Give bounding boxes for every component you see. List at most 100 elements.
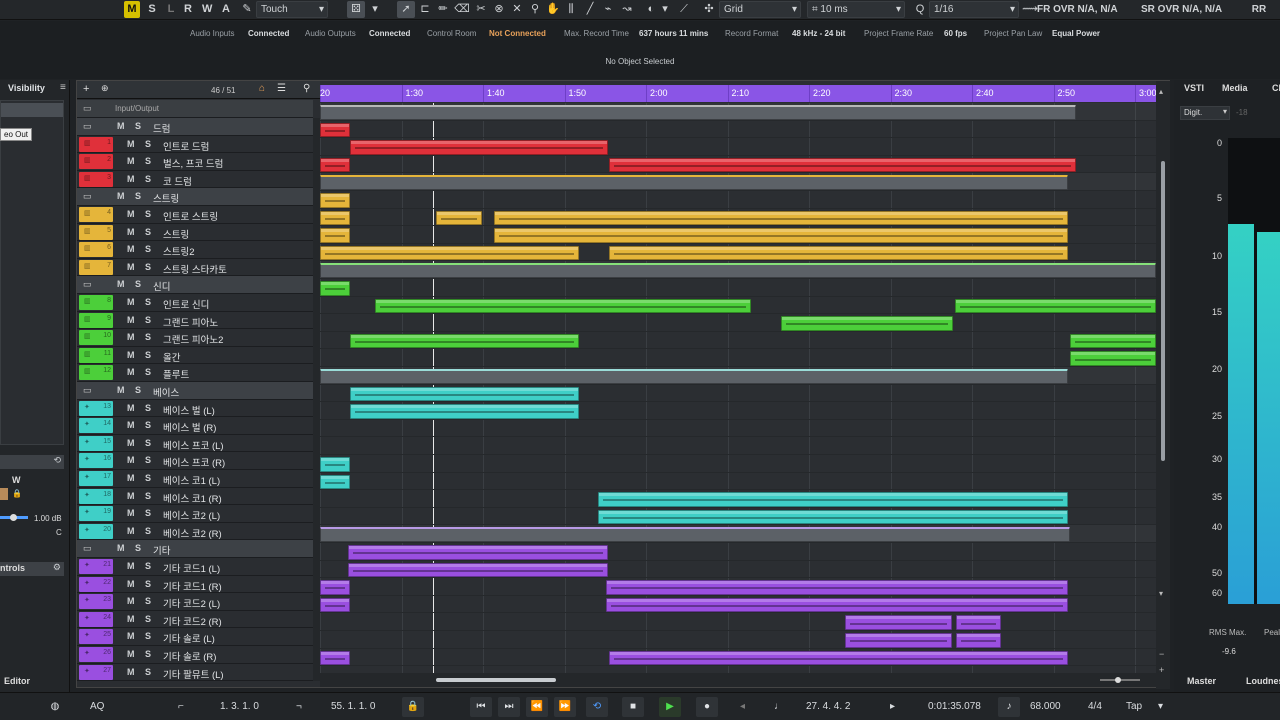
- track-name[interactable]: 베이스: [153, 385, 179, 399]
- solo-button[interactable]: S: [145, 209, 151, 219]
- refresh-icon[interactable]: ⟲: [53, 455, 61, 466]
- folder-part[interactable]: [320, 105, 1076, 120]
- solo-button[interactable]: S: [145, 332, 151, 342]
- track-row[interactable]: ✦ 22 M S 기타 코드1 (R): [77, 575, 320, 594]
- eraser-tool-icon[interactable]: ⌫: [453, 1, 471, 18]
- write-automation-button[interactable]: W: [199, 1, 215, 18]
- track-row[interactable]: ▥ 10 M S 그랜드 피아노2: [77, 329, 320, 347]
- track-row[interactable]: ✦ 23 M S 기타 코드2 (L): [77, 593, 320, 611]
- settings-icon[interactable]: ⚙: [53, 562, 61, 573]
- scroll-thumb[interactable]: [436, 678, 556, 682]
- solo-button[interactable]: S: [145, 350, 151, 360]
- track-row[interactable]: ▥ 12 M S 플루트: [77, 364, 320, 382]
- tab-vsti[interactable]: VSTI: [1184, 83, 1204, 93]
- track-lane[interactable]: [320, 420, 1156, 438]
- stop-button[interactable]: ■: [622, 697, 644, 717]
- track-lane[interactable]: [320, 455, 1156, 473]
- solo-button[interactable]: S: [135, 543, 141, 553]
- track-name[interactable]: 기타 코드2 (L): [163, 596, 220, 610]
- pointer-tool-icon[interactable]: ➚: [397, 1, 415, 18]
- event-clip[interactable]: [350, 140, 608, 155]
- track-lane[interactable]: [320, 121, 1156, 139]
- track-name[interactable]: 기타 팔뮤트 (L): [163, 667, 224, 681]
- mute-button[interactable]: M: [127, 209, 135, 219]
- timeline-ruler[interactable]: 20 1:30 1:40 1:50 2:00 2:10 2:20 2:30 2:40 2:50 3:…: [320, 85, 1157, 102]
- track-name[interactable]: 인트로 드럼: [163, 139, 209, 153]
- event-clip[interactable]: [781, 316, 953, 331]
- mute-button[interactable]: M: [127, 367, 135, 377]
- snap-type-select[interactable]: Grid ▾: [719, 1, 801, 18]
- control-room-value[interactable]: Not Connected: [489, 29, 546, 38]
- track-name[interactable]: 그랜드 피아노: [163, 315, 218, 329]
- lock-icon[interactable]: 🔒: [402, 697, 424, 717]
- mute-button[interactable]: M: [117, 543, 125, 553]
- automation-mode-select[interactable]: Touch ▾: [256, 1, 328, 18]
- track-lane[interactable]: [320, 349, 1156, 367]
- grid-snap-icon[interactable]: ⚄: [347, 1, 365, 18]
- mute-button[interactable]: M: [127, 614, 135, 624]
- event-clip[interactable]: [320, 228, 350, 243]
- track-name[interactable]: 그랜드 피아노2: [163, 332, 223, 346]
- event-clip[interactable]: [350, 333, 579, 349]
- event-clip[interactable]: [320, 457, 350, 472]
- fast-forward-button[interactable]: ⏩: [554, 697, 576, 717]
- track-color-strip[interactable]: ✦ 15: [79, 435, 113, 451]
- tap-button[interactable]: Tap: [1126, 698, 1142, 716]
- tab-loudness[interactable]: Loudnes: [1246, 676, 1280, 686]
- mute-button[interactable]: M: [127, 244, 135, 254]
- track-row[interactable]: ✦ 24 M S 기타 코드2 (R): [77, 610, 320, 629]
- track-lane[interactable]: [320, 314, 1156, 332]
- track-name[interactable]: 베이스 벌 (L): [163, 403, 215, 417]
- time-display-icon[interactable]: ▸: [890, 698, 895, 716]
- solo-button[interactable]: S: [145, 631, 151, 641]
- event-clip[interactable]: [348, 562, 608, 578]
- signature-value[interactable]: 4/4: [1088, 698, 1102, 716]
- mute-button[interactable]: M: [127, 579, 135, 589]
- chevron-down-icon[interactable]: ▾: [366, 1, 384, 18]
- listen-button[interactable]: L: [163, 1, 179, 18]
- event-clip[interactable]: [350, 386, 579, 402]
- track-name[interactable]: 올간: [163, 350, 180, 364]
- editor-tab[interactable]: Editor: [4, 676, 30, 686]
- solo-button[interactable]: S: [145, 174, 151, 184]
- track-row[interactable]: ▥ 7 M S 스트링 스타카토: [77, 258, 320, 277]
- play-button[interactable]: ▶: [659, 697, 681, 717]
- solo-button[interactable]: S: [145, 579, 151, 589]
- track-name[interactable]: 베이스 벌 (R): [163, 420, 216, 434]
- tab-media[interactable]: Media: [1222, 83, 1248, 93]
- mute-button[interactable]: M: [117, 121, 125, 131]
- curve-tool-icon[interactable]: ↝: [618, 1, 636, 18]
- event-clip[interactable]: [320, 650, 350, 666]
- track-lane[interactable]: [320, 437, 1156, 455]
- solo-button[interactable]: S: [145, 667, 151, 677]
- track-row[interactable]: ▥ 11 M S 올간: [77, 346, 320, 365]
- metronome-icon[interactable]: ♩: [774, 698, 784, 716]
- track-color-strip[interactable]: ✦ 17: [79, 471, 113, 486]
- punch-icon[interactable]: ◂: [740, 698, 745, 716]
- mute-button[interactable]: M: [127, 156, 135, 166]
- auto-scroll-icon[interactable]: ⟋: [675, 1, 693, 18]
- track-color-strip[interactable]: ✦ 16: [79, 453, 113, 469]
- event-clip[interactable]: [609, 245, 1068, 261]
- solo-button[interactable]: S: [145, 526, 151, 536]
- scroll-thumb[interactable]: [1161, 161, 1165, 461]
- solo-button[interactable]: S: [145, 614, 151, 624]
- hand-tool-icon[interactable]: ✋: [544, 1, 562, 18]
- mute-button[interactable]: M: [127, 526, 135, 536]
- track-color-strip[interactable]: ✦ 13: [79, 400, 113, 416]
- mute-button[interactable]: M: [127, 174, 135, 184]
- event-clip[interactable]: [606, 580, 1068, 595]
- menu-icon[interactable]: ≡: [60, 82, 66, 93]
- record-button[interactable]: ●: [696, 697, 718, 717]
- track-color-strip[interactable]: ▥ 8: [79, 295, 113, 310]
- folder-track[interactable]: ▭ M S 베이스: [77, 382, 320, 400]
- track-lane[interactable]: [320, 631, 1156, 649]
- quantize-icon[interactable]: Q: [911, 1, 929, 18]
- folder-icon[interactable]: ▭: [83, 121, 92, 132]
- aq-button[interactable]: AQ: [90, 698, 104, 716]
- visibility-row-selected[interactable]: [1, 103, 63, 117]
- folder-track[interactable]: ▭ M S 신디: [77, 276, 320, 294]
- track-name[interactable]: 스트링: [153, 191, 179, 205]
- folder-part[interactable]: [320, 527, 1070, 542]
- track-row[interactable]: ✦ 17 M S 베이스 코1 (L): [77, 470, 320, 488]
